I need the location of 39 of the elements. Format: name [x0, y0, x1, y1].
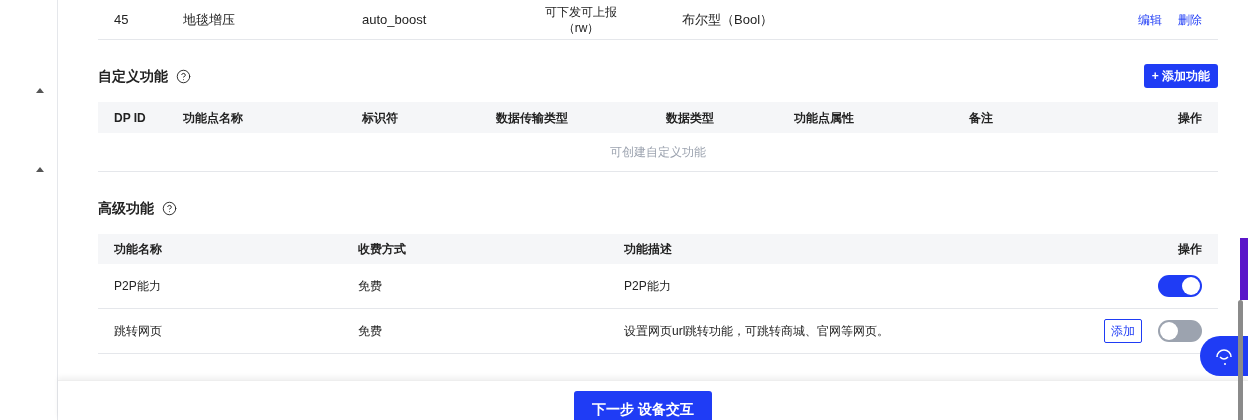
column-header: 收费方式 [358, 241, 407, 258]
column-header: 功能点属性 [794, 109, 855, 127]
table-cell-text: P2P能力 [114, 278, 162, 295]
action-link[interactable]: 删除 [1178, 10, 1202, 29]
column-header: 数据传输类型 [496, 109, 569, 127]
column-header: DP ID [114, 109, 147, 127]
table-cell: 可下发可上报 [545, 3, 617, 20]
column-header: 操作 [1177, 241, 1202, 258]
help-icon[interactable] [162, 200, 177, 216]
column-header: 备注 [969, 109, 994, 127]
column-header: 数据类型 [666, 109, 715, 127]
table-cell-text: 跳转网页 [114, 323, 163, 340]
table-cell-text: 设置网页url跳转功能，可跳转商城、官网等网页。 [624, 323, 891, 340]
column-header: 操作 [1177, 109, 1202, 127]
table-cell-text: 45 [114, 10, 130, 29]
caret-up-icon[interactable] [36, 167, 44, 172]
empty-message: 可创建自定义功能 [610, 144, 706, 161]
table-cell-text: 免费 [358, 323, 383, 340]
caret-up-icon[interactable] [36, 88, 44, 93]
scrollbar-thumb[interactable] [1238, 300, 1243, 420]
help-icon[interactable] [176, 68, 191, 84]
add-button[interactable]: 添加 [1104, 319, 1142, 343]
section-title: 高级功能 [98, 198, 154, 218]
table-cell: （rw） [562, 19, 600, 36]
column-header: 标识符 [362, 109, 399, 127]
table-cell-text: P2P能力 [624, 278, 672, 295]
table-cell-text: 免费 [358, 278, 383, 295]
column-header: 功能名称 [114, 241, 163, 258]
column-header: 功能描述 [624, 241, 673, 258]
section-title: 自定义功能 [98, 66, 168, 86]
table-cell-text: auto_boost [362, 10, 428, 29]
table-cell-text: 布尔型（Bool） [681, 10, 775, 29]
add-feature-button[interactable]: + 添加功能 [1143, 64, 1218, 88]
toggle-switch[interactable] [1158, 320, 1202, 342]
next-step-button[interactable]: 下一步 设备交互 [574, 391, 712, 420]
table-cell-text: 地毯增压 [183, 10, 236, 29]
action-link[interactable]: 编辑 [1138, 10, 1162, 29]
toggle-switch[interactable] [1158, 275, 1202, 297]
column-header: 功能点名称 [183, 109, 244, 127]
